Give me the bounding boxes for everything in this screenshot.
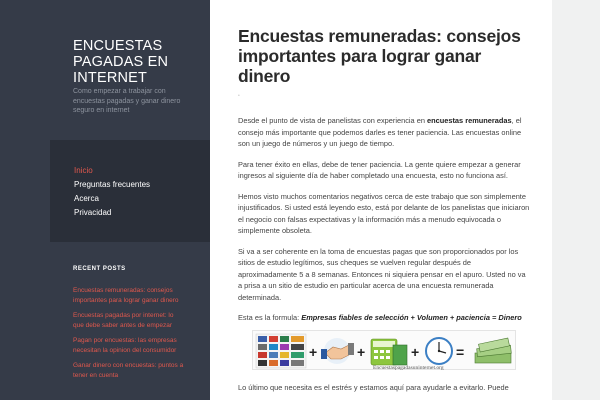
recent-post-link[interactable]: Encuestas remuneradas: consejos importan… xyxy=(73,286,185,306)
paragraph: Para tener éxito en ellas, debe de tener… xyxy=(238,159,521,181)
post-title: Encuestas remuneradas: consejos importan… xyxy=(238,26,521,86)
company-logos-grid-icon xyxy=(255,333,307,368)
menu-item-preguntas-frecuentes[interactable]: Preguntas frecuentes xyxy=(74,178,210,192)
menu-item-inicio[interactable]: Inicio xyxy=(74,164,210,178)
formula-text: Empresas fiables de selección + Volumen … xyxy=(301,313,522,322)
paragraph-text: Esta es la formula: xyxy=(238,313,302,322)
highlight-keyword: encuestas remuneradas xyxy=(427,116,512,125)
handshake-icon xyxy=(321,337,354,364)
recent-posts-heading: RECENT POSTS xyxy=(73,266,126,272)
formula-image-wrapper: + + + = Encuestaspagadasuninternet.org xyxy=(238,329,530,375)
calculator-folder-icon xyxy=(370,338,408,365)
sidebar: ENCUESTAS PAGADAS EN INTERNET Como empez… xyxy=(0,0,210,400)
formula-illustration: + + + = Encuestaspagadasuninternet.org xyxy=(255,333,512,371)
recent-posts-list: Encuestas remuneradas: consejos importan… xyxy=(73,286,185,386)
title-separator-mark: • xyxy=(238,93,240,99)
recent-post-link[interactable]: Pagan por encuestas: las empresas necesi… xyxy=(73,336,185,356)
post-body: Desde el punto de vista de panelistas co… xyxy=(238,115,530,394)
page-background-right xyxy=(552,0,600,400)
paragraph: Desde el punto de vista de panelistas co… xyxy=(238,115,530,150)
main-menu: Inicio Preguntas frecuentes Acerca Priva… xyxy=(50,140,210,242)
money-stack-icon xyxy=(474,337,512,363)
recent-post-link[interactable]: Ganar dinero con encuestas: puntos a ten… xyxy=(73,361,185,381)
paragraph: Si va a ser coherente en la toma de encu… xyxy=(238,246,526,302)
paragraph: Lo último que necesita es el estrés y es… xyxy=(238,383,509,392)
menu-item-privacidad[interactable]: Privacidad xyxy=(74,206,210,220)
plus-operator: + xyxy=(411,344,419,360)
formula-image-caption: Encuestaspagadasuninternet.org xyxy=(373,365,444,371)
paragraph-text: Desde el punto de vista de panelistas co… xyxy=(238,116,427,125)
formula-image: + + + = Encuestaspagadasuninternet.org xyxy=(252,329,516,371)
plus-operator: + xyxy=(357,344,365,360)
site-description: Como empezar a trabajar con encuestas pa… xyxy=(73,88,181,114)
menu-item-acerca[interactable]: Acerca xyxy=(74,192,210,206)
paragraph: Esta es la formula: Empresas fiables de … xyxy=(238,312,530,324)
plus-operator: + xyxy=(309,344,317,360)
site-title[interactable]: ENCUESTAS PAGADAS EN INTERNET xyxy=(73,38,193,86)
clock-icon xyxy=(425,336,453,365)
paragraph: Hemos visto muchos comentarios negativos… xyxy=(238,191,530,236)
recent-post-link[interactable]: Encuestas pagadas por internet: lo que d… xyxy=(73,311,185,331)
article: Encuestas remuneradas: consejos importan… xyxy=(210,0,552,400)
equals-operator: = xyxy=(456,344,464,360)
